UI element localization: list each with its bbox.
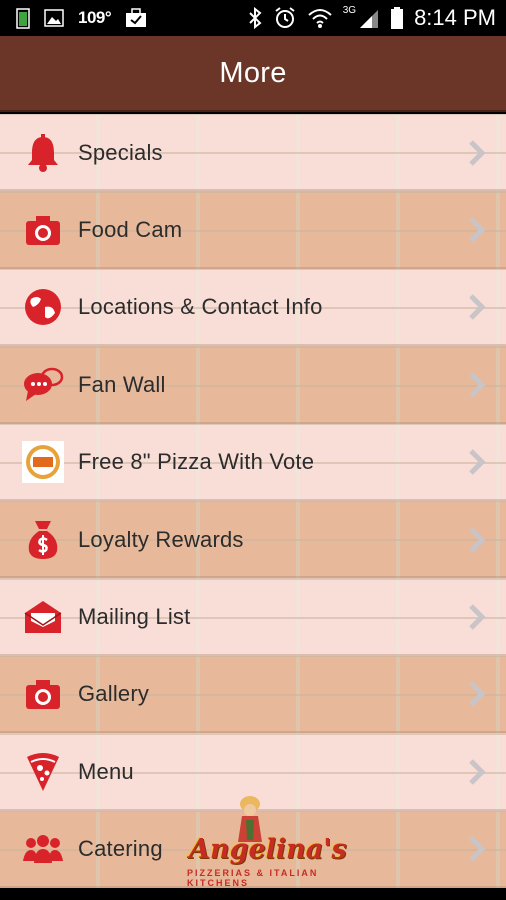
chat-bubbles-icon bbox=[22, 364, 64, 406]
image-icon bbox=[44, 9, 64, 27]
menu-item-label: Fan Wall bbox=[78, 371, 166, 397]
menu-item-label: Locations & Contact Info bbox=[78, 294, 323, 320]
chevron-right-icon bbox=[469, 449, 486, 476]
briefcase-check-icon bbox=[126, 8, 147, 27]
people-icon bbox=[22, 828, 64, 870]
chevron-right-icon bbox=[469, 372, 486, 398]
status-bar: 109° 3G 8:14 PM bbox=[0, 0, 506, 36]
page-title: More bbox=[219, 56, 287, 89]
menu-item-free-pizza-vote[interactable]: Free 8" Pizza With Vote bbox=[0, 423, 506, 501]
menu-item-food-cam[interactable]: Food Cam bbox=[0, 191, 506, 269]
menu-item-label: Catering bbox=[78, 836, 163, 862]
menu-item-gallery[interactable]: Gallery bbox=[0, 655, 506, 734]
pizza-slice-icon bbox=[22, 751, 64, 793]
menu-item-label: Free 8" Pizza With Vote bbox=[78, 449, 315, 475]
app-header: More bbox=[0, 36, 506, 112]
signal-icon bbox=[360, 10, 379, 28]
chevron-right-icon bbox=[469, 604, 486, 630]
menu-item-label: Loyalty Rewards bbox=[78, 526, 244, 552]
menu-item-menu[interactable]: Menu bbox=[0, 733, 506, 811]
chevron-right-icon bbox=[469, 836, 486, 862]
globe-icon bbox=[22, 286, 64, 328]
clock-text: 8:14 PM bbox=[414, 5, 496, 30]
menu-item-label: Food Cam bbox=[78, 217, 183, 243]
menu-item-fan-wall[interactable]: Fan Wall bbox=[0, 346, 506, 424]
menu-item-label: Specials bbox=[78, 139, 163, 165]
menu-item-label: Gallery bbox=[78, 681, 150, 707]
best-of-badge-icon bbox=[22, 441, 64, 484]
menu-item-label: Menu bbox=[78, 758, 134, 784]
alarm-icon bbox=[275, 7, 295, 28]
bell-icon bbox=[22, 132, 64, 174]
camera-icon bbox=[22, 673, 64, 715]
menu-item-specials[interactable]: Specials bbox=[0, 114, 506, 192]
chevron-right-icon bbox=[469, 294, 486, 321]
money-bag-icon bbox=[22, 519, 64, 561]
chevron-right-icon bbox=[469, 139, 486, 166]
temperature-text: 109° bbox=[78, 8, 112, 27]
chevron-right-icon bbox=[469, 217, 486, 243]
envelope-icon bbox=[22, 596, 64, 638]
chevron-right-icon bbox=[469, 526, 486, 553]
chevron-right-icon bbox=[469, 681, 486, 708]
menu-item-catering[interactable]: Catering bbox=[0, 810, 506, 888]
battery-icon bbox=[391, 7, 404, 29]
bluetooth-icon bbox=[249, 7, 262, 29]
menu-item-locations[interactable]: Locations & Contact Info bbox=[0, 268, 506, 347]
battery-small-icon bbox=[16, 8, 30, 29]
network-type-text: 3G bbox=[342, 4, 357, 16]
menu-list: Specials Food Cam Locations & Contact In… bbox=[0, 114, 506, 900]
chevron-right-icon bbox=[469, 759, 486, 785]
menu-item-label: Mailing List bbox=[78, 604, 191, 630]
menu-item-mailing-list[interactable]: Mailing List bbox=[0, 578, 506, 656]
camera-icon bbox=[22, 209, 64, 251]
menu-item-loyalty-rewards[interactable]: Loyalty Rewards bbox=[0, 500, 506, 579]
wifi-icon bbox=[308, 9, 332, 28]
